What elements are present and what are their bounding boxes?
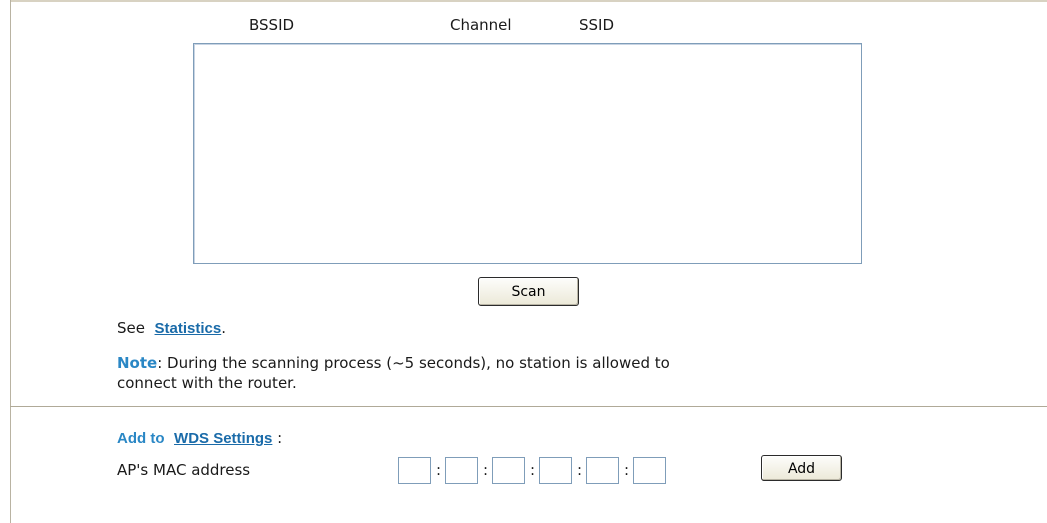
mac-separator: : [436, 461, 442, 479]
note-line-2: connect with the router. [117, 374, 297, 392]
column-header-bssid: BSSID [249, 16, 295, 34]
mac-octet-2-input[interactable] [445, 457, 478, 484]
mac-address-label: AP's MAC address [117, 461, 251, 479]
add-to-label: Add to [117, 430, 165, 447]
column-header-ssid: SSID [579, 16, 615, 34]
note-line-1: Note: During the scanning process (~5 se… [117, 354, 670, 372]
mac-octet-4-input[interactable] [539, 457, 572, 484]
add-to-suffix: : [272, 429, 283, 447]
wds-settings-link[interactable]: WDS Settings [174, 430, 272, 447]
mac-octet-6-input[interactable] [633, 457, 666, 484]
mac-separator: : [624, 461, 630, 479]
see-prefix: See [117, 319, 145, 337]
see-suffix: . [221, 319, 227, 337]
mac-separator: : [483, 461, 489, 479]
access-point-list[interactable] [193, 43, 862, 264]
add-button[interactable]: Add [761, 455, 842, 481]
mac-separator: : [530, 461, 536, 479]
column-header-channel: Channel [450, 16, 512, 34]
mac-octet-5-input[interactable] [586, 457, 619, 484]
mac-octet-1-input[interactable] [398, 457, 431, 484]
frame-top-border [10, 0, 1047, 2]
add-to-wds-line: Add to WDS Settings : [117, 429, 282, 447]
frame-left-border [10, 0, 11, 523]
section-divider [10, 406, 1047, 407]
see-statistics-line: See Statistics. [117, 319, 226, 337]
note-text-1: : During the scanning process (~5 second… [157, 354, 670, 372]
note-label: Note [117, 354, 158, 372]
statistics-link[interactable]: Statistics [155, 320, 222, 337]
mac-separator: : [577, 461, 583, 479]
scan-button[interactable]: Scan [478, 277, 579, 306]
mac-octet-3-input[interactable] [492, 457, 525, 484]
